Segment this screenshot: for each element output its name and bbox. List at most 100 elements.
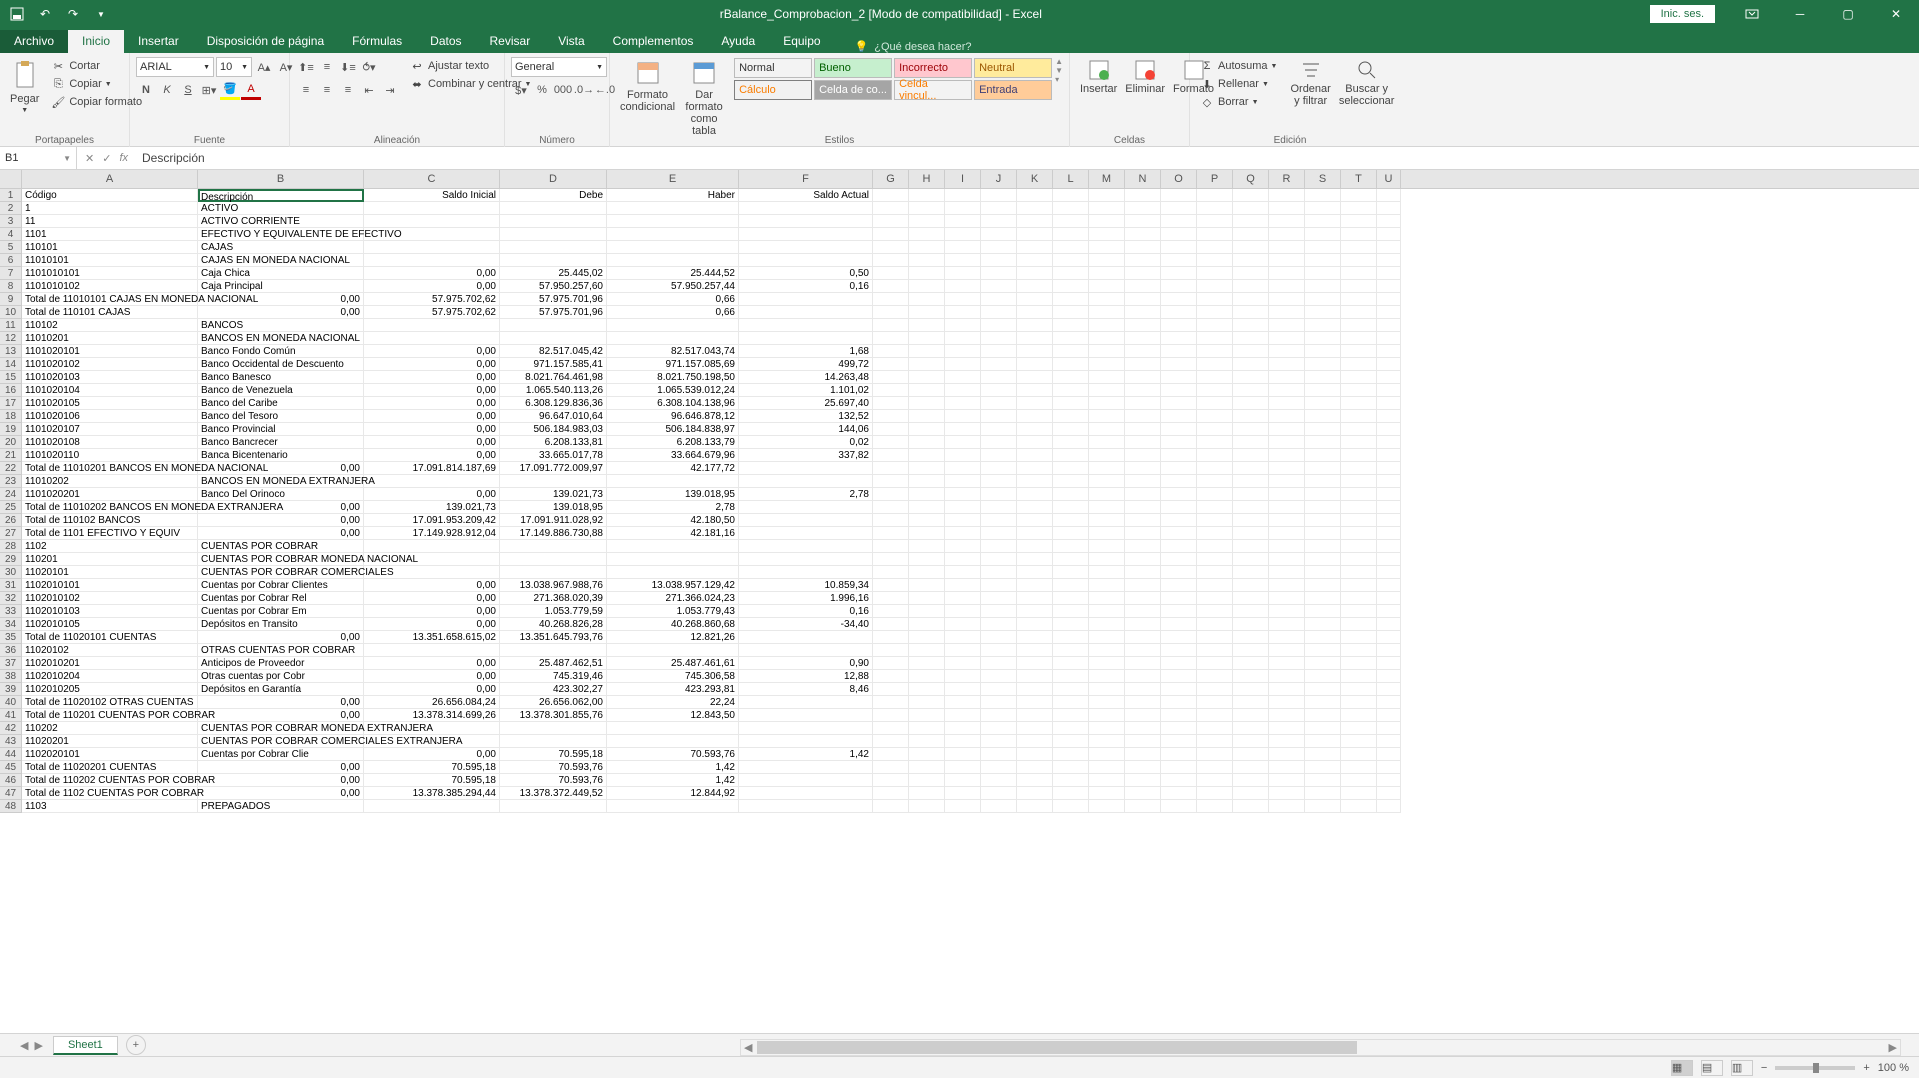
cell[interactable]: 12.843,50 <box>607 709 739 722</box>
cell[interactable] <box>909 657 945 670</box>
cell[interactable] <box>1197 696 1233 709</box>
sheet-nav-next-icon[interactable]: ▶ <box>34 1039 42 1052</box>
cell[interactable] <box>1341 293 1377 306</box>
cell[interactable] <box>981 748 1017 761</box>
cell[interactable] <box>1053 553 1089 566</box>
cell[interactable] <box>873 475 909 488</box>
cell[interactable] <box>1305 592 1341 605</box>
cell[interactable]: 1101020201 <box>22 488 198 501</box>
cell[interactable]: Banco Del Orinoco <box>198 488 364 501</box>
cell[interactable] <box>1017 189 1053 202</box>
cell[interactable] <box>1269 722 1305 735</box>
cell[interactable]: Banco del Caribe <box>198 397 364 410</box>
cell[interactable] <box>1269 553 1305 566</box>
cell[interactable]: 337,82 <box>739 449 873 462</box>
cell[interactable] <box>1053 449 1089 462</box>
cell[interactable] <box>1125 748 1161 761</box>
cell[interactable] <box>1053 566 1089 579</box>
column-header-G[interactable]: G <box>873 170 909 188</box>
cell[interactable]: 0,00 <box>198 774 364 787</box>
cell[interactable] <box>500 332 607 345</box>
cell[interactable] <box>1377 631 1401 644</box>
cell[interactable] <box>909 722 945 735</box>
cell[interactable] <box>945 384 981 397</box>
cell[interactable] <box>739 696 873 709</box>
cell[interactable]: Cuentas por Cobrar Clie <box>198 748 364 761</box>
cell[interactable] <box>1161 202 1197 215</box>
style-bad[interactable]: Incorrecto <box>894 58 972 78</box>
row-header[interactable]: 34 <box>0 618 22 631</box>
cell[interactable] <box>1269 384 1305 397</box>
cell[interactable] <box>981 592 1017 605</box>
cell[interactable]: 1,42 <box>739 748 873 761</box>
cell[interactable] <box>1197 540 1233 553</box>
row-header[interactable]: 20 <box>0 436 22 449</box>
cell[interactable] <box>1305 761 1341 774</box>
cell[interactable] <box>1017 683 1053 696</box>
column-header-Q[interactable]: Q <box>1233 170 1269 188</box>
cell[interactable]: 0,90 <box>739 657 873 670</box>
cell[interactable] <box>1305 683 1341 696</box>
cell[interactable] <box>1053 761 1089 774</box>
cell[interactable] <box>1233 774 1269 787</box>
cell[interactable]: 13.351.645.793,76 <box>500 631 607 644</box>
cell[interactable]: 0,00 <box>364 345 500 358</box>
cell[interactable]: ACTIVO CORRIENTE <box>198 215 364 228</box>
column-header-L[interactable]: L <box>1053 170 1089 188</box>
cell[interactable] <box>981 631 1017 644</box>
cell[interactable] <box>1341 501 1377 514</box>
row-header[interactable]: 42 <box>0 722 22 735</box>
cell[interactable] <box>873 748 909 761</box>
cell[interactable] <box>1305 722 1341 735</box>
cell[interactable] <box>1233 540 1269 553</box>
row-header[interactable]: 27 <box>0 527 22 540</box>
cell[interactable] <box>873 514 909 527</box>
cell[interactable] <box>1197 761 1233 774</box>
cell[interactable] <box>1269 787 1305 800</box>
cell[interactable]: CUENTAS POR COBRAR MONEDA EXTRANJERA <box>198 722 364 735</box>
cell[interactable]: 42.180,50 <box>607 514 739 527</box>
cell[interactable]: Cuentas por Cobrar Em <box>198 605 364 618</box>
cell[interactable] <box>1269 631 1305 644</box>
cell[interactable] <box>1161 566 1197 579</box>
cell[interactable] <box>1053 436 1089 449</box>
cell[interactable] <box>1125 618 1161 631</box>
cell[interactable] <box>1197 189 1233 202</box>
cell[interactable] <box>873 670 909 683</box>
cell[interactable] <box>873 410 909 423</box>
cell[interactable] <box>1305 787 1341 800</box>
cell[interactable]: 11010201 <box>22 332 198 345</box>
cell[interactable] <box>1197 397 1233 410</box>
cell[interactable]: 11020101 <box>22 566 198 579</box>
cell[interactable] <box>909 501 945 514</box>
cell[interactable]: 2,78 <box>739 488 873 501</box>
cell[interactable] <box>909 410 945 423</box>
scroll-left-icon[interactable]: ◀ <box>741 1041 755 1054</box>
cell[interactable] <box>981 722 1017 735</box>
cell[interactable] <box>1341 761 1377 774</box>
cell[interactable] <box>500 319 607 332</box>
cell[interactable] <box>945 540 981 553</box>
cell[interactable] <box>1377 371 1401 384</box>
cell[interactable] <box>1233 709 1269 722</box>
cell[interactable] <box>945 189 981 202</box>
cell[interactable] <box>1161 800 1197 813</box>
cell[interactable] <box>1377 384 1401 397</box>
cell[interactable] <box>1089 670 1125 683</box>
cell[interactable] <box>1233 553 1269 566</box>
cell[interactable]: 13.378.385.294,44 <box>364 787 500 800</box>
cell[interactable] <box>909 306 945 319</box>
cell[interactable]: Código <box>22 189 198 202</box>
tab-view[interactable]: Vista <box>544 30 598 53</box>
cell[interactable] <box>909 280 945 293</box>
cell[interactable] <box>945 254 981 267</box>
zoom-slider[interactable] <box>1775 1066 1855 1070</box>
cell[interactable] <box>1377 787 1401 800</box>
cell[interactable] <box>1125 605 1161 618</box>
cell[interactable] <box>1341 280 1377 293</box>
cell[interactable] <box>1089 436 1125 449</box>
cell[interactable] <box>909 254 945 267</box>
row-header[interactable]: 28 <box>0 540 22 553</box>
cell[interactable]: 57.975.702,62 <box>364 293 500 306</box>
cell[interactable] <box>945 800 981 813</box>
